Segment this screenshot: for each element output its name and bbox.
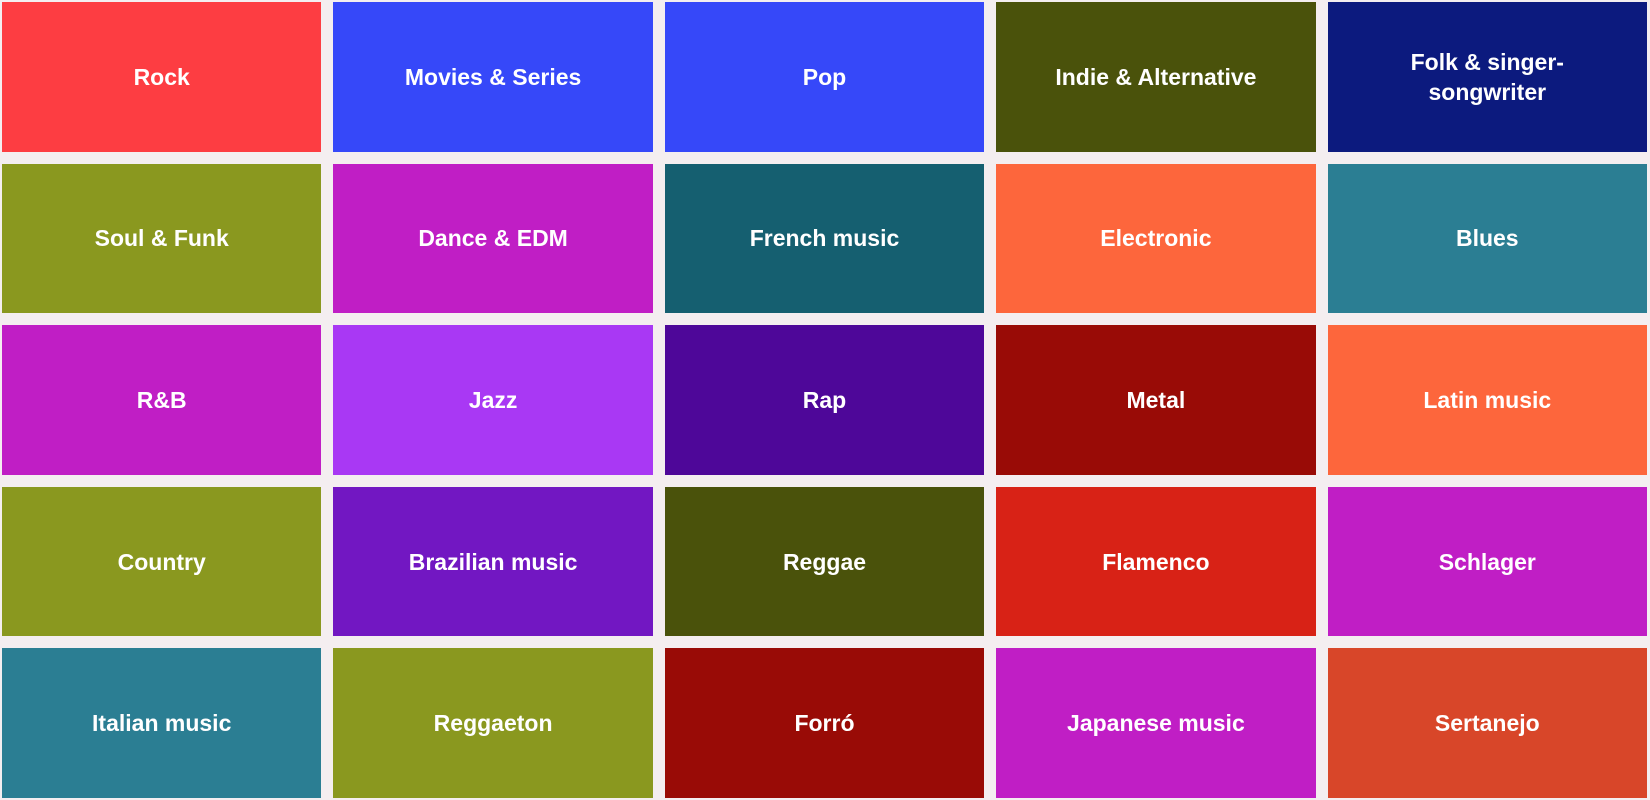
genre-tile-schlager[interactable]: Schlager	[1327, 486, 1647, 637]
genre-label: R&B	[136, 386, 187, 413]
genre-tile-rock[interactable]: Rock	[2, 2, 322, 152]
genre-label: Blues	[1455, 225, 1519, 252]
genre-tile-electronic[interactable]: Electronic	[996, 163, 1316, 314]
genre-label: Rap	[802, 386, 847, 413]
genre-tile-movies-series[interactable]: Movies & Series	[333, 2, 653, 152]
genre-label: Dance & EDM	[418, 225, 568, 252]
genre-label: Latin music	[1423, 386, 1552, 413]
genre-tile-rap[interactable]: Rap	[664, 325, 985, 475]
genre-tile-folk-singer-songwriter[interactable]: Folk & singer-songwriter	[1327, 2, 1647, 152]
genre-tile-jazz[interactable]: Jazz	[333, 325, 653, 475]
genre-tile-metal[interactable]: Metal	[996, 325, 1316, 475]
genre-label: Brazilian music	[408, 548, 578, 575]
genre-tile-reggae[interactable]: Reggae	[664, 486, 985, 637]
genre-label: Reggaeton	[433, 710, 553, 737]
genre-tile-french-music[interactable]: French music	[664, 163, 985, 314]
genre-tile-latin-music[interactable]: Latin music	[1327, 325, 1647, 475]
genre-label: Schlager	[1438, 548, 1536, 575]
genre-label: Movies & Series	[404, 63, 582, 90]
genre-grid: Rock Movies & Series Pop Indie & Alternativ…	[0, 0, 1650, 800]
genre-label: Indie & Alternative	[1055, 63, 1257, 90]
genre-label: Jazz	[468, 386, 518, 413]
genre-label: Rock	[133, 63, 190, 90]
genre-tile-indie-alternative[interactable]: Indie & Alternative	[996, 2, 1316, 152]
genre-label: Country	[117, 548, 206, 575]
genre-tile-pop[interactable]: Pop	[664, 2, 985, 152]
genre-tile-soul-funk[interactable]: Soul & Funk	[2, 163, 322, 314]
genre-tile-flamenco[interactable]: Flamenco	[996, 486, 1316, 637]
genre-tile-forr[interactable]: Forró	[664, 648, 985, 798]
genre-label: Flamenco	[1102, 548, 1210, 575]
genre-tile-dance-edm[interactable]: Dance & EDM	[333, 163, 653, 314]
genre-label: Sertanejo	[1434, 710, 1540, 737]
genre-tile-brazilian-music[interactable]: Brazilian music	[333, 486, 653, 637]
genre-tile-r-b[interactable]: R&B	[2, 325, 322, 475]
genre-label: Folk & singer-songwriter	[1410, 48, 1564, 105]
genre-tile-country[interactable]: Country	[2, 486, 322, 637]
genre-label: Japanese music	[1067, 710, 1245, 737]
genre-label: Reggae	[782, 548, 867, 575]
genre-label: Soul & Funk	[94, 225, 229, 252]
genre-label: Electronic	[1100, 225, 1212, 252]
genre-tile-blues[interactable]: Blues	[1327, 163, 1647, 314]
genre-tile-reggaeton[interactable]: Reggaeton	[333, 648, 653, 798]
genre-tile-italian-music[interactable]: Italian music	[2, 648, 322, 798]
genre-tile-japanese-music[interactable]: Japanese music	[996, 648, 1316, 798]
genre-tile-sertanejo[interactable]: Sertanejo	[1327, 648, 1647, 798]
genre-label: Metal	[1126, 386, 1186, 413]
genre-label: Pop	[802, 63, 847, 90]
genre-label: Forró	[794, 710, 855, 737]
genre-label: Italian music	[92, 710, 232, 737]
genre-label: French music	[749, 225, 900, 252]
